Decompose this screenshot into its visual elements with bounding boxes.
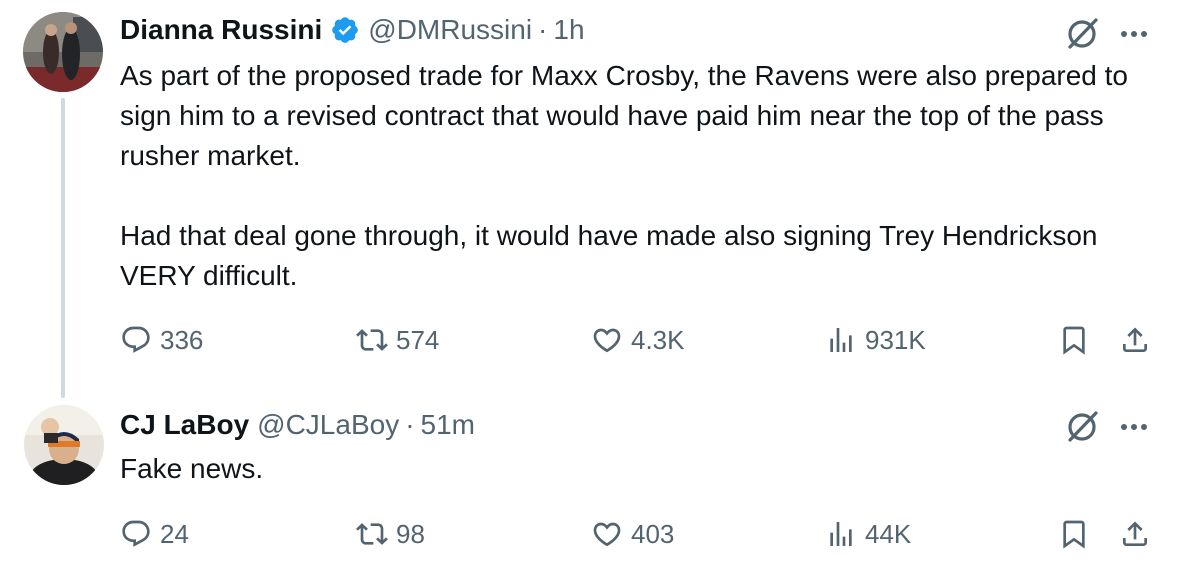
separator-dot: · [405,409,415,440]
share-icon [1123,327,1147,352]
avatar[interactable] [24,405,104,485]
views-button[interactable]: 44K [825,518,911,550]
tweet-header: CJ LaBoy @CJLaBoy · 51m [120,409,475,441]
display-name[interactable]: Dianna Russini [120,14,322,46]
tweet-paragraph: Fake news. [120,453,264,484]
more-icon[interactable] [1116,417,1152,437]
tweet[interactable]: CJ LaBoy @CJLaBoy · 51m Fake news. 24 98… [0,395,1182,574]
repost-count: 574 [396,324,440,355]
reply-count: 24 [160,518,189,549]
bookmark-icon [1063,520,1085,549]
like-icon [593,328,621,353]
like-count: 4.3K [631,324,685,355]
repost-icon [356,523,388,545]
repost-button[interactable]: 98 [356,518,425,550]
tweet[interactable]: Dianna Russini @DMRussini · 1h As part o… [0,0,1182,395]
tweet-text: Fake news. [120,449,1140,489]
reply-button[interactable]: 336 [120,324,203,356]
reply-button[interactable]: 24 [120,518,189,550]
bookmark-button[interactable] [1058,518,1090,550]
tweet-paragraph: Had that deal gone through, it would hav… [120,220,1098,291]
views-icon [830,522,852,546]
share-button[interactable] [1119,518,1151,550]
share-button[interactable] [1119,324,1151,356]
repost-button[interactable]: 574 [356,324,439,356]
grok-icon[interactable] [1064,409,1100,445]
tweet-text: As part of the proposed trade for Maxx C… [120,56,1140,296]
reply-icon [122,326,150,353]
bookmark-button[interactable] [1058,324,1090,356]
reply-count: 336 [160,324,204,355]
display-name[interactable]: CJ LaBoy [120,409,249,441]
views-count: 931K [865,324,926,355]
tweet-header: Dianna Russini @DMRussini · 1h [120,14,585,46]
grok-icon[interactable] [1064,16,1100,52]
repost-count: 98 [396,518,425,549]
like-button[interactable]: 403 [591,518,674,550]
like-button[interactable]: 4.3K [591,324,685,356]
share-icon [1123,521,1147,546]
more-icon[interactable] [1116,24,1152,44]
tweet-paragraph: As part of the proposed trade for Maxx C… [120,60,1128,171]
handle[interactable]: @DMRussini [368,14,532,46]
separator-dot: · [538,14,548,45]
avatar[interactable] [23,12,103,92]
verified-badge-icon[interactable] [330,15,360,45]
reply-icon [122,520,150,547]
bookmark-icon [1063,326,1085,355]
timestamp[interactable]: 51m [421,409,475,441]
handle[interactable]: @CJLaBoy [257,409,399,441]
timestamp[interactable]: 1h [553,14,584,46]
views-count: 44K [865,518,912,549]
like-count: 403 [631,518,675,549]
repost-icon [356,329,388,351]
views-button[interactable]: 931K [825,324,926,356]
like-icon [593,522,621,547]
views-icon [830,328,852,352]
